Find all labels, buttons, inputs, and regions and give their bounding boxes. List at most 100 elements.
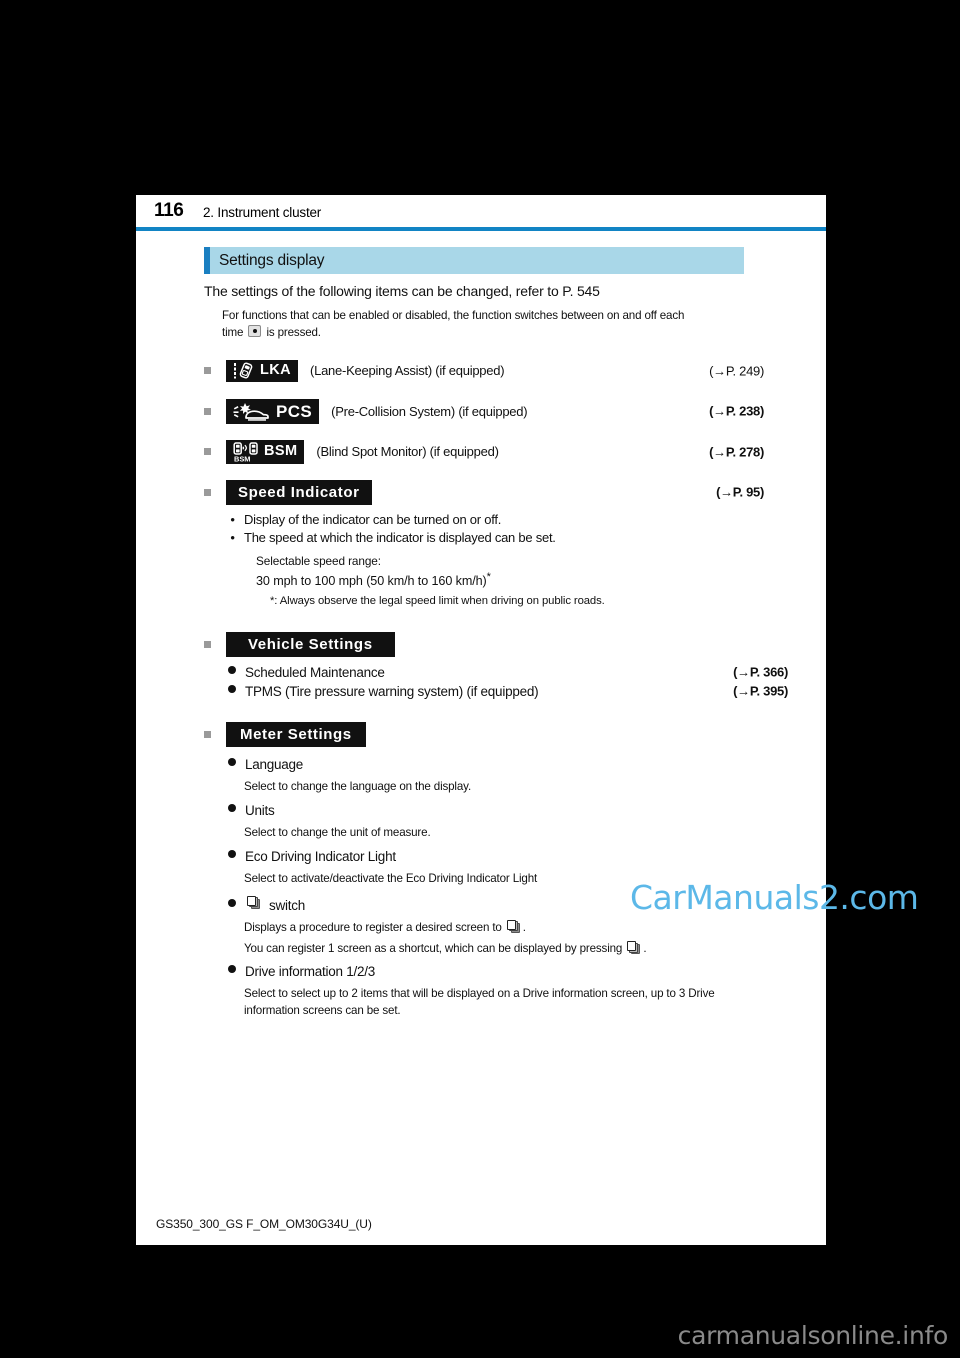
pcs-page-reference: (→P. 238) bbox=[709, 403, 764, 419]
round-bullet-icon bbox=[228, 964, 236, 973]
range-value-line: 30 mph to 100 mph (50 km/h to 160 km/h)* bbox=[256, 570, 764, 590]
list-item: Vehicle Settings bbox=[204, 631, 764, 657]
round-bullet-icon bbox=[228, 757, 236, 766]
square-bullet-icon bbox=[204, 640, 211, 648]
bsm-badge-text: BSM bbox=[264, 443, 298, 460]
square-bullet-icon bbox=[204, 730, 211, 738]
meter-item-label: Language bbox=[245, 756, 304, 772]
square-bullet-icon bbox=[204, 407, 211, 415]
vehicle-item-label: Scheduled Maintenance bbox=[245, 664, 385, 680]
vehicle-settings-items: Scheduled Maintenance (→P. 366) TPMS (Ti… bbox=[228, 664, 788, 699]
lka-display-badge: LKA bbox=[226, 359, 299, 382]
list-item: Units bbox=[228, 803, 764, 818]
meter-item-description: Select to change the language on the dis… bbox=[244, 779, 472, 793]
lka-page-reference: (→P. 249) bbox=[709, 363, 764, 379]
vehicle-settings-badge-text: Vehicle Settings bbox=[248, 635, 373, 653]
pcs-display-icon bbox=[233, 402, 269, 421]
meter-settings-badge: Meter Settings bbox=[226, 721, 366, 747]
round-bullet-icon bbox=[228, 804, 236, 813]
page-header: 116 2. Instrument cluster bbox=[136, 195, 826, 235]
round-bullet-icon bbox=[228, 898, 236, 907]
switch-desc-1-before: Displays a procedure to register a desir… bbox=[244, 920, 502, 934]
meter-item-description: Select to select up to 2 items that will… bbox=[244, 986, 715, 1018]
meter-item-label: Units bbox=[245, 803, 275, 819]
switch-desc-1-after: . bbox=[522, 920, 526, 934]
meter-item-description: Select to change the unit of measure. bbox=[244, 826, 431, 840]
lka-badge-text: LKA bbox=[260, 362, 292, 379]
lka-label: (Lane-Keeping Assist) (if equipped) bbox=[310, 363, 505, 379]
section-title-band: Settings display bbox=[204, 247, 744, 274]
vehicle-item-page-reference: (→P. 366) bbox=[733, 664, 788, 680]
range-star: * bbox=[486, 570, 491, 583]
range-footnote: *: Always observe the legal speed limit … bbox=[270, 595, 605, 608]
meter-item-label: Drive information 1/2/3 bbox=[245, 963, 376, 979]
speed-bullet-text: The speed at which the indicator is disp… bbox=[244, 529, 556, 545]
bsm-display-badge: BSM BSM bbox=[226, 439, 305, 464]
list-item: Eco Driving Indicator Light bbox=[228, 849, 764, 864]
speed-indicator-badge-text: Speed Indicator bbox=[238, 483, 360, 501]
list-item: Scheduled Maintenance (→P. 366) bbox=[228, 664, 788, 680]
round-bullet-icon bbox=[228, 665, 236, 674]
range-value: 30 mph to 100 mph (50 km/h to 160 km/h) bbox=[256, 573, 487, 588]
round-bullet-icon bbox=[228, 850, 236, 859]
square-bullet-icon bbox=[204, 448, 211, 456]
press-button-icon bbox=[248, 324, 262, 337]
list-item: Drive information 1/2/3 bbox=[228, 964, 764, 979]
meter-settings-items: Language Select to change the language o… bbox=[228, 757, 764, 1020]
list-item: • The speed at which the indicator is di… bbox=[228, 530, 764, 545]
bsm-display-icon: BSM bbox=[233, 441, 259, 462]
vehicle-item-page-reference: (→P. 395) bbox=[733, 683, 788, 699]
list-item: • Display of the indicator can be turned… bbox=[228, 512, 764, 527]
meter-item-description: Select to activate/deactivate the Eco Dr… bbox=[244, 872, 538, 886]
section-title: Settings display bbox=[219, 251, 325, 269]
vehicle-item-label: TPMS (Tire pressure warning system) (if … bbox=[245, 683, 539, 699]
registered-screen-icon bbox=[247, 895, 262, 910]
range-label: Selectable speed range: bbox=[256, 553, 381, 568]
intro-lead: The settings of the following items can … bbox=[204, 283, 600, 299]
round-bullet-icon bbox=[228, 684, 236, 693]
section-accent-bar bbox=[204, 247, 210, 274]
meter-item-description: Displays a procedure to register a desir… bbox=[244, 919, 739, 936]
pcs-badge-text: PCS bbox=[276, 401, 313, 421]
chapter-title: 2. Instrument cluster bbox=[203, 205, 322, 220]
intro-note-after: is pressed. bbox=[266, 325, 321, 339]
carmanualsonline-watermark: carmanualsonline.info bbox=[677, 1321, 949, 1350]
list-item: switch bbox=[228, 895, 764, 913]
list-item: Speed Indicator (→P. 95) bbox=[204, 479, 764, 505]
document-code-footer: GS350_300_GS F_OM_OM30G34U_(U) bbox=[156, 1217, 372, 1231]
list-item: TPMS (Tire pressure warning system) (if … bbox=[228, 683, 788, 699]
bsm-page-reference: (→P. 278) bbox=[709, 444, 764, 460]
vehicle-settings-badge: Vehicle Settings bbox=[226, 631, 395, 657]
pcs-display-badge: PCS bbox=[226, 398, 320, 424]
meter-settings-badge-text: Meter Settings bbox=[240, 725, 352, 743]
square-bullet-icon bbox=[204, 488, 211, 496]
manual-page-sheet: 116 2. Instrument cluster Settings displ… bbox=[136, 195, 919, 1245]
speed-bullet-text: Display of the indicator can be turned o… bbox=[244, 511, 502, 527]
bsm-label: (Blind Spot Monitor) (if equipped) bbox=[316, 444, 499, 460]
switch-desc-2-before: You can register 1 screen as a shortcut,… bbox=[244, 942, 623, 956]
pcs-label: (Pre-Collision System) (if equipped) bbox=[331, 403, 528, 419]
svg-text:BSM: BSM bbox=[234, 454, 250, 462]
speed-indicator-bullets: • Display of the indicator can be turned… bbox=[228, 512, 764, 545]
meter-item-label: switch bbox=[269, 897, 306, 913]
registered-screen-icon bbox=[627, 941, 641, 955]
switch-desc-2-after: . bbox=[643, 942, 647, 956]
list-item: LKA (Lane-Keeping Assist) (if equipped) … bbox=[204, 359, 764, 383]
meter-item-description: You can register 1 screen as a shortcut,… bbox=[244, 940, 739, 957]
square-bullet-icon bbox=[204, 367, 211, 375]
lka-display-icon bbox=[233, 362, 255, 379]
selectable-speed-range: Selectable speed range: 30 mph to 100 mp… bbox=[256, 554, 764, 610]
header-rule bbox=[136, 227, 826, 231]
speed-indicator-page-reference: (→P. 95) bbox=[716, 484, 764, 500]
page-number: 116 bbox=[154, 200, 184, 221]
mid-dot-icon: • bbox=[230, 511, 235, 527]
list-item: Meter Settings bbox=[204, 721, 764, 747]
page-content: The settings of the following items can … bbox=[204, 283, 788, 1027]
meter-item-label: Eco Driving Indicator Light bbox=[245, 849, 396, 865]
intro-note: For functions that can be enabled or dis… bbox=[222, 308, 692, 342]
list-item: PCS (Pre-Collision System) (if equipped)… bbox=[204, 398, 764, 424]
registered-screen-icon bbox=[506, 919, 521, 933]
speed-indicator-badge: Speed Indicator bbox=[226, 479, 372, 505]
mid-dot-icon: • bbox=[230, 529, 235, 545]
list-item: BSM BSM (Blind Spot Monitor) (if equippe… bbox=[204, 439, 764, 464]
